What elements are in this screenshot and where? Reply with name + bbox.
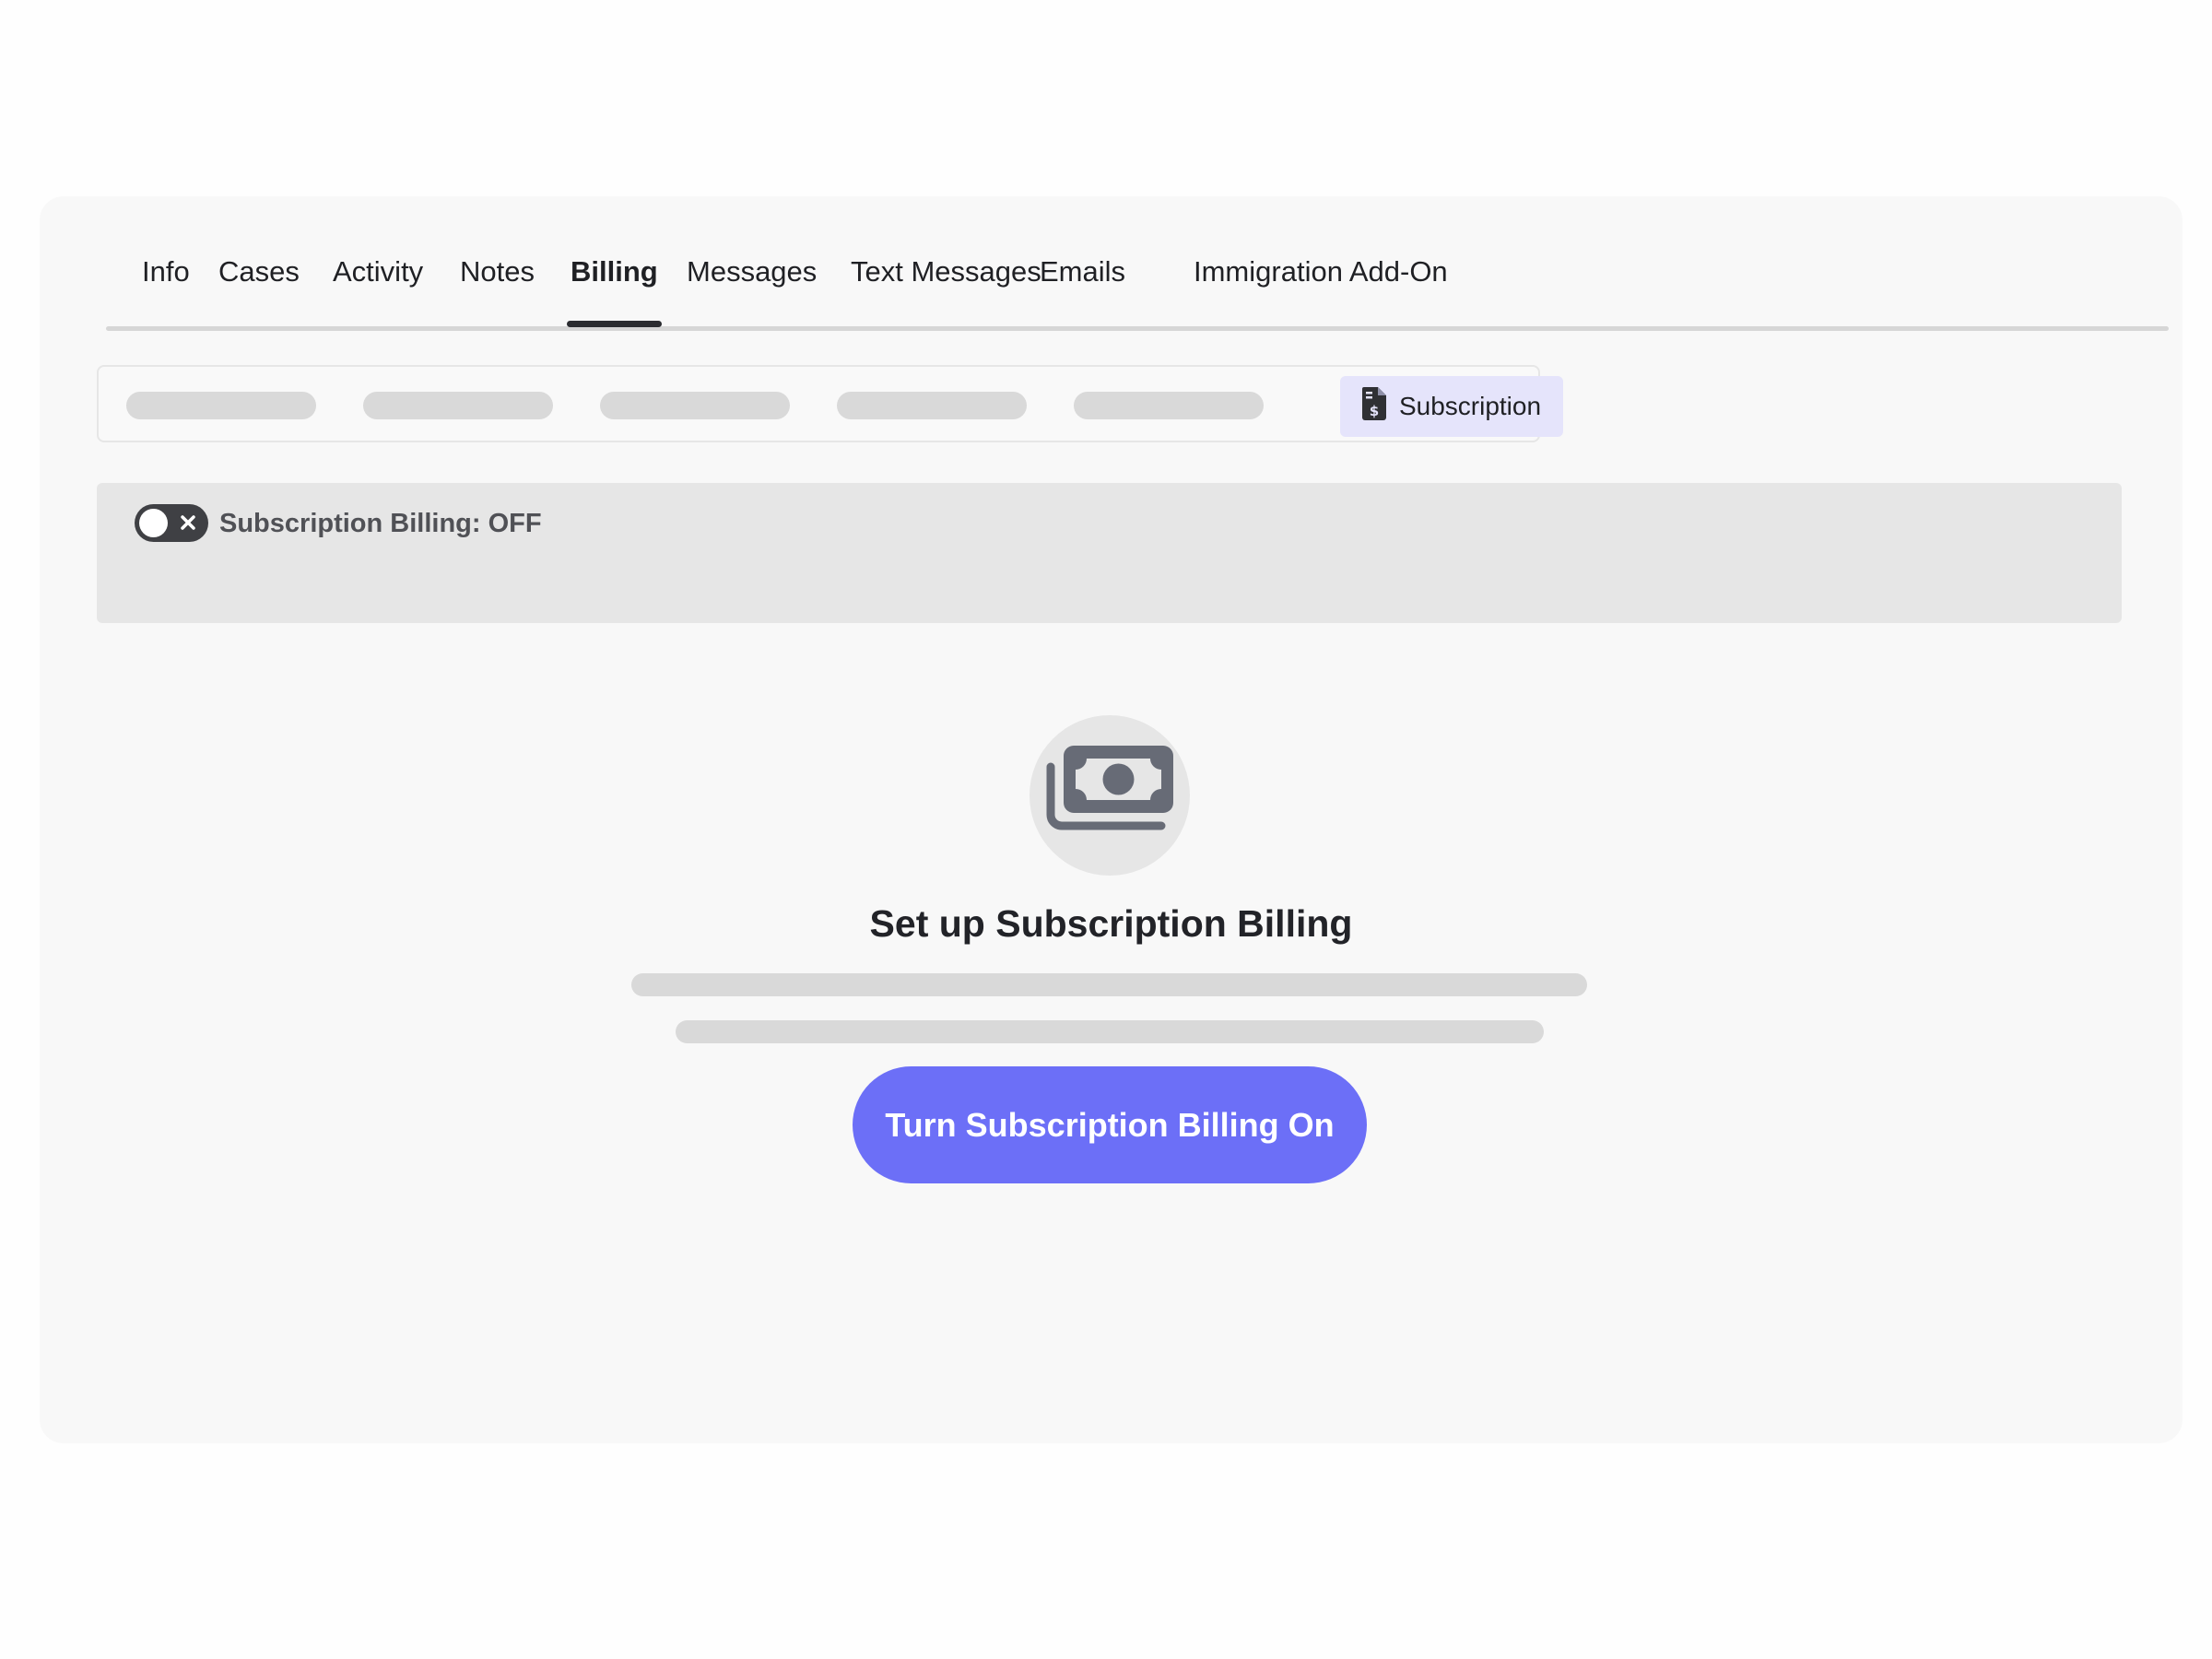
toggle-knob xyxy=(139,509,168,537)
subnav-item-subscription[interactable]: $ Subscription xyxy=(1340,376,1563,437)
subnav-item-placeholder[interactable] xyxy=(126,392,316,419)
tab-bar-divider xyxy=(106,326,2169,331)
description-placeholder-line xyxy=(631,973,1587,996)
money-bill-icon xyxy=(1030,715,1190,876)
subnav-item-placeholder[interactable] xyxy=(600,392,790,419)
subscription-billing-panel: Subscription Billing: OFF xyxy=(97,483,2122,623)
tab-billing-label: Billing xyxy=(571,255,658,288)
subnav-item-subscription-label: Subscription xyxy=(1398,392,1542,420)
client-detail-card: Info Cases Activity Notes Billing Messag… xyxy=(40,196,2183,1443)
subnav-item-placeholder[interactable] xyxy=(1074,392,1264,419)
billing-subnav: $ Subscription xyxy=(97,365,1563,442)
tab-activity[interactable]: Activity xyxy=(333,252,423,292)
subnav-item-placeholder[interactable] xyxy=(837,392,1027,419)
turn-subscription-billing-on-button[interactable]: Turn Subscription Billing On xyxy=(853,1066,1367,1183)
invoice-dollar-icon: $ xyxy=(1361,386,1386,427)
tab-cases[interactable]: Cases xyxy=(218,252,300,292)
subscription-billing-toggle[interactable] xyxy=(135,504,208,542)
description-placeholder-line xyxy=(676,1020,1544,1043)
close-icon xyxy=(181,515,195,530)
subscription-billing-status: Subscription Billing: OFF xyxy=(219,509,542,538)
tab-immigration-add-on[interactable]: Immigration Add-On xyxy=(1194,252,1448,292)
empty-state-title: Set up Subscription Billing xyxy=(869,902,1353,945)
tab-text-messages[interactable]: Text Messages xyxy=(851,252,1041,292)
svg-text:$: $ xyxy=(1370,403,1379,419)
tab-messages[interactable]: Messages xyxy=(687,252,817,292)
tab-info[interactable]: Info xyxy=(142,252,190,292)
tab-bar: Info Cases Activity Notes Billing Messag… xyxy=(103,252,2169,331)
subnav-item-placeholder[interactable] xyxy=(363,392,553,419)
tab-notes[interactable]: Notes xyxy=(460,252,535,292)
tab-billing[interactable]: Billing xyxy=(567,252,662,327)
tab-emails[interactable]: Emails xyxy=(1040,252,1125,292)
active-tab-indicator xyxy=(567,321,662,327)
